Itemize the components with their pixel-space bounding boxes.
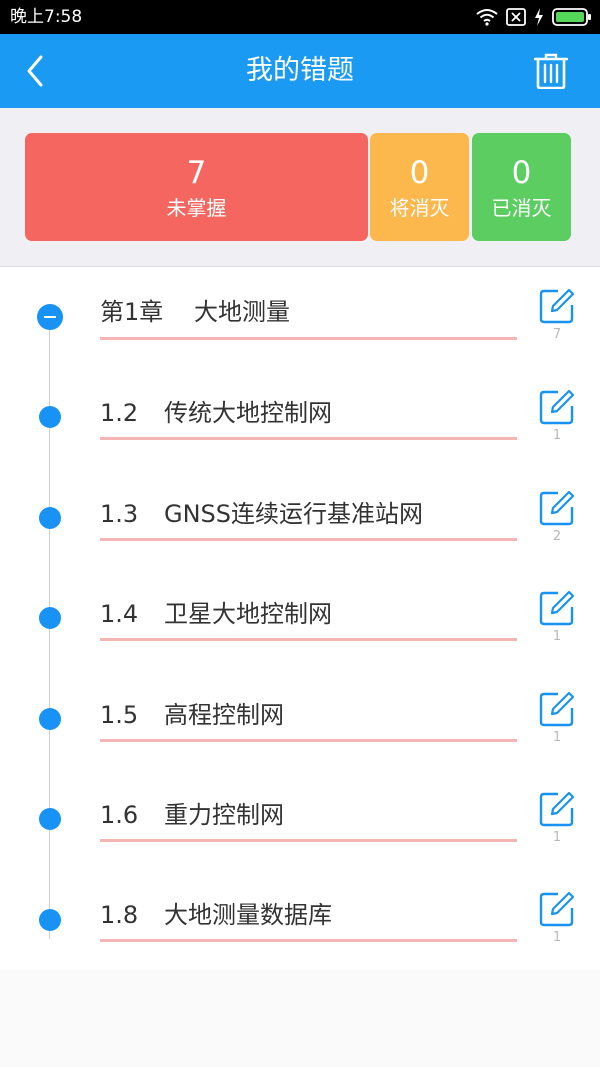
chapter-number: 1.8 xyxy=(100,901,139,929)
timeline-node xyxy=(39,909,61,931)
chapter-underline xyxy=(100,939,517,942)
error-count: 1 xyxy=(552,930,562,945)
timeline-node xyxy=(39,507,61,529)
eliminated-label: 已消灭 xyxy=(491,196,552,220)
delete-button[interactable] xyxy=(528,48,574,94)
chapter-number: 1.5 xyxy=(100,701,139,729)
chapter-title: 大地测量 xyxy=(194,298,290,326)
charging-icon xyxy=(535,8,543,26)
no-sim-icon xyxy=(506,8,526,26)
edit-icon[interactable] xyxy=(538,489,576,527)
edit-icon[interactable] xyxy=(538,388,576,426)
chapter-title: 传统大地控制网 xyxy=(164,399,332,427)
chapter-list: 第1章 大地测量 7 1.2 传统大地控制网 1 1.3 GNSS连续运行基准站… xyxy=(0,267,600,970)
chapter-underline xyxy=(100,538,517,541)
chapter-row[interactable]: 1.2 传统大地控制网 1 xyxy=(0,367,600,467)
chapter-number: 1.2 xyxy=(100,399,139,427)
trash-icon xyxy=(534,53,568,89)
wifi-icon xyxy=(476,9,498,26)
eliminating-count: 0 xyxy=(409,155,430,191)
error-count: 7 xyxy=(552,327,562,342)
timeline-node xyxy=(39,808,61,830)
chapter-row[interactable]: 1.3 GNSS连续运行基准站网 2 xyxy=(0,468,600,568)
chapter-row[interactable]: 1.8 大地测量数据库 1 xyxy=(0,869,600,969)
status-time: 晚上7:58 xyxy=(10,7,83,27)
chapter-title: 高程控制网 xyxy=(164,701,284,729)
chapter-underline xyxy=(100,337,517,340)
error-count: 1 xyxy=(552,830,562,845)
header-bar: 我的错题 xyxy=(0,34,600,108)
chapter-row[interactable]: 1.4 卫星大地控制网 1 xyxy=(0,568,600,668)
chapter-title: 卫星大地控制网 xyxy=(164,600,332,628)
error-count: 2 xyxy=(552,529,562,544)
chapter-title: 大地测量数据库 xyxy=(164,901,332,929)
error-count: 1 xyxy=(552,730,562,745)
edit-icon[interactable] xyxy=(538,890,576,928)
unmastered-label: 未掌握 xyxy=(166,196,227,220)
edit-icon[interactable] xyxy=(538,790,576,828)
chapter-title: 重力控制网 xyxy=(164,801,284,829)
collapse-icon[interactable] xyxy=(37,304,63,330)
chapter-number: 第1章 xyxy=(100,298,164,326)
unmastered-count: 7 xyxy=(186,155,207,191)
chapter-row[interactable]: 1.6 重力控制网 1 xyxy=(0,769,600,869)
eliminating-card[interactable]: 0 将消灭 xyxy=(370,133,469,241)
edit-icon[interactable] xyxy=(538,287,576,325)
error-count: 1 xyxy=(552,428,562,443)
bottom-blank-area xyxy=(0,970,600,1067)
chapter-underline xyxy=(100,739,517,742)
chapter-row[interactable]: 第1章 大地测量 7 xyxy=(0,267,600,367)
unmastered-card[interactable]: 7 未掌握 xyxy=(25,133,368,241)
chapter-underline xyxy=(100,437,517,440)
timeline-node xyxy=(39,607,61,629)
eliminating-label: 将消灭 xyxy=(389,196,450,220)
eliminated-count: 0 xyxy=(511,155,532,191)
chapter-underline xyxy=(100,839,517,842)
edit-icon[interactable] xyxy=(538,690,576,728)
timeline-node xyxy=(39,406,61,428)
timeline-node xyxy=(39,708,61,730)
chapter-number: 1.4 xyxy=(100,600,139,628)
summary-panel: 7 未掌握 0 将消灭 0 已消灭 xyxy=(0,108,600,267)
chapter-title: GNSS连续运行基准站网 xyxy=(164,500,424,528)
chapter-underline xyxy=(100,638,517,641)
edit-icon[interactable] xyxy=(538,589,576,627)
chapter-number: 1.6 xyxy=(100,801,139,829)
status-bar: 晚上7:58 xyxy=(0,0,600,34)
battery-icon xyxy=(552,8,591,26)
eliminated-card[interactable]: 0 已消灭 xyxy=(472,133,571,241)
chapter-row[interactable]: 1.5 高程控制网 1 xyxy=(0,669,600,769)
page-title: 我的错题 xyxy=(246,55,354,86)
error-count: 1 xyxy=(552,629,562,644)
chapter-number: 1.3 xyxy=(100,500,139,528)
status-icons xyxy=(476,7,592,27)
